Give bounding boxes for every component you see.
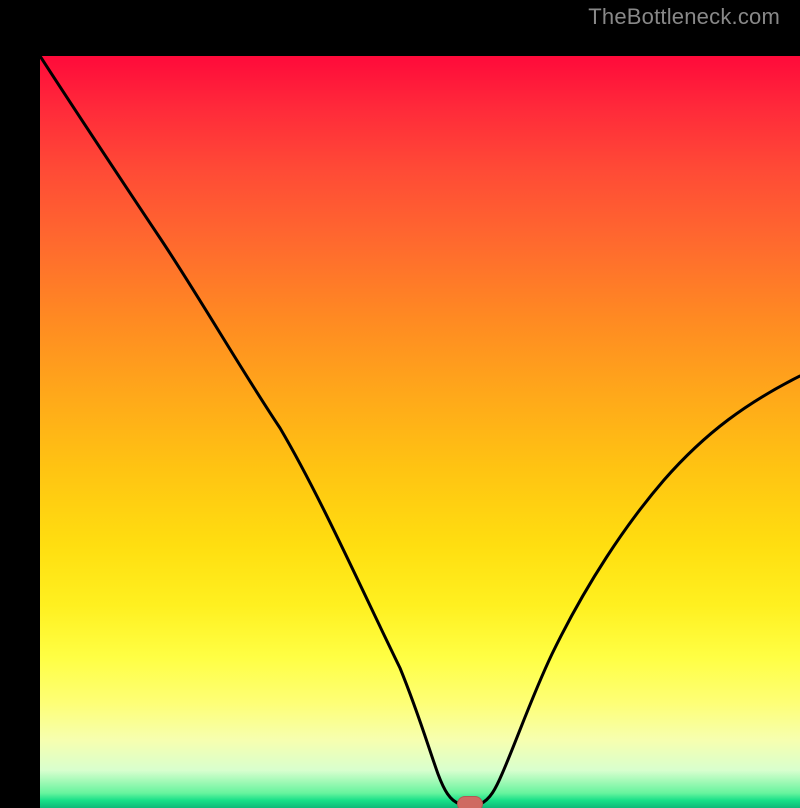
plot-area (40, 56, 800, 808)
optimal-marker (457, 796, 483, 808)
chart-frame (0, 0, 800, 800)
watermark-text: TheBottleneck.com (588, 4, 780, 30)
curve-path (40, 56, 800, 804)
bottleneck-curve (40, 56, 800, 808)
